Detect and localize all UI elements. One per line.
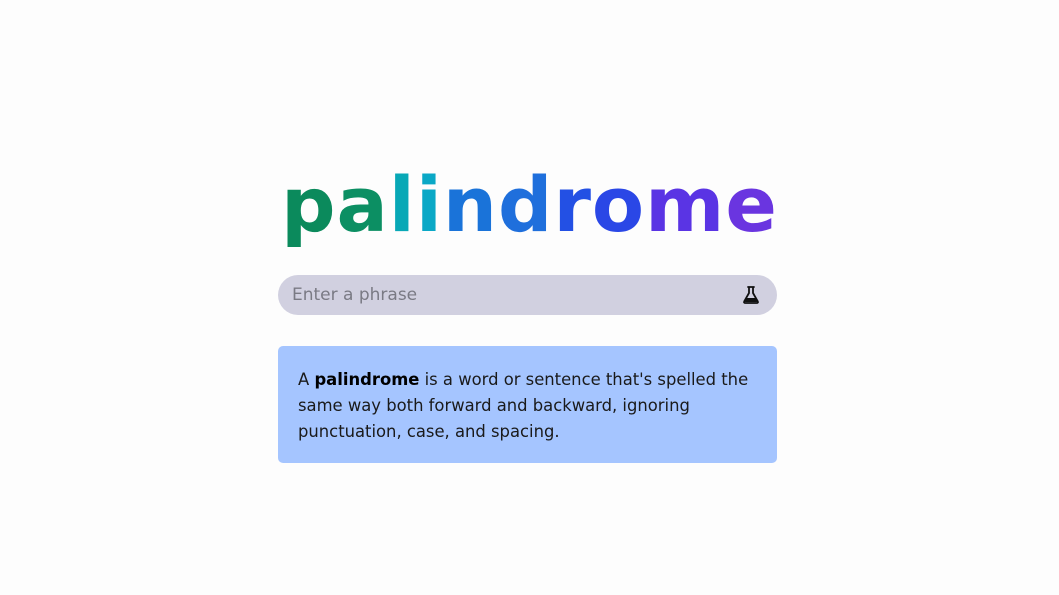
logo-letter: a: [336, 160, 389, 249]
phrase-search-bar: [278, 275, 777, 315]
logo: palindrome: [0, 160, 1059, 250]
logo-letter: n: [442, 160, 499, 249]
logo-letter: r: [553, 160, 592, 249]
logo-letter: e: [725, 160, 778, 249]
phrase-input[interactable]: [292, 275, 712, 315]
definition-box: A palindrome is a word or sentence that'…: [278, 346, 777, 463]
logo-letter: d: [498, 160, 554, 249]
logo-letter: o: [591, 160, 646, 249]
definition-term: palindrome: [314, 370, 420, 389]
logo-letter: i: [415, 160, 443, 249]
flask-icon: [743, 286, 759, 304]
logo-letter: p: [281, 160, 337, 249]
logo-letter: m: [645, 160, 726, 249]
logo-letter: l: [388, 160, 416, 249]
definition-prefix: A: [298, 370, 315, 389]
check-palindrome-button[interactable]: [741, 285, 761, 305]
palindrome-app: palindrome A palindrome is a word or sen…: [0, 0, 1059, 595]
